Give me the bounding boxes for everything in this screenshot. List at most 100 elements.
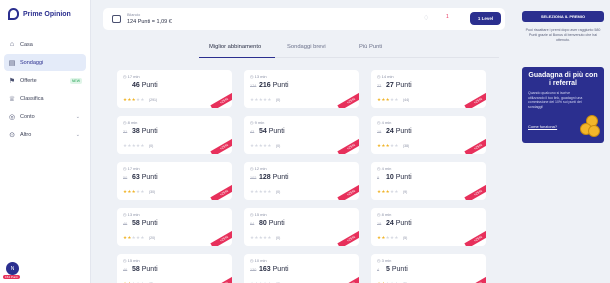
survey-duration: ◷ 4 min xyxy=(377,120,392,125)
survey-card[interactable]: ◷ 4 min 19 24 Punti ★★★★★ (38) +25% xyxy=(371,116,486,154)
rating-stars: ★★★★★ xyxy=(123,235,145,240)
rating-count: (291) xyxy=(149,98,158,102)
rating-count: (38) xyxy=(403,144,410,148)
survey-card[interactable]: ◷ 8 min 31 38 Punti ★★★★★ (0) +25% xyxy=(117,116,232,154)
survey-points: 58 Punti xyxy=(132,266,158,273)
survey-tabs: Miglior abbinamento Sondaggi brevi Più P… xyxy=(99,44,509,58)
tab-sondaggi-brevi[interactable]: Sondaggi brevi xyxy=(287,44,326,50)
sidebar-item-label: Classifica xyxy=(20,95,44,102)
rating-count: (0) xyxy=(276,236,281,240)
bonus-ribbon: +25% xyxy=(464,91,486,108)
main-content: Bilancio 124 Punti = 1,09 € ♢ 1 1 Level … xyxy=(99,0,509,283)
survey-card[interactable]: ◷ 13 min 174 216 Punti ★★★★★ (0) +25% xyxy=(244,70,359,108)
wallet-icon xyxy=(112,15,121,23)
rating-stars: ★★★★★ xyxy=(250,143,272,148)
rating-count: (30) xyxy=(149,190,156,194)
old-points: 50 xyxy=(123,176,128,180)
survey-points: 58 Punti xyxy=(132,220,158,227)
promo-body: Quando qualcuno si iscrive utilizzando i… xyxy=(528,91,583,109)
rating-count: (9) xyxy=(403,190,408,194)
offers-icon: ⚑ xyxy=(8,77,16,85)
bonus-ribbon: +25% xyxy=(210,137,232,154)
survey-duration: ◷ 17 min xyxy=(123,166,140,171)
sidebar-item-casa[interactable]: ⌂ Casa xyxy=(4,36,86,53)
how-it-works-link[interactable]: Come funziona? xyxy=(528,124,557,129)
rating-stars: ★★★★★ xyxy=(377,189,399,194)
bonus-ribbon: +25% xyxy=(210,183,232,200)
right-panel: SELEZIONA IL PREMIO Puoi riscattare i pr… xyxy=(517,0,610,283)
survey-points: 10 Punti xyxy=(386,174,412,181)
reward-info-text: Puoi riscattare i premi dopo aver raggiu… xyxy=(525,28,601,42)
survey-card[interactable]: ◷ 12 min 102 128 Punti ★★★★★ (0) +25% xyxy=(244,162,359,200)
level-button[interactable]: 1 Level xyxy=(470,12,501,25)
coins-icon xyxy=(580,115,600,137)
sidebar-item-label: Altro xyxy=(20,131,32,138)
survey-card[interactable]: ◷ 15 min 64 80 Punti ★★★★★ (0) +25% xyxy=(244,208,359,246)
brand-name: Prime Opinion xyxy=(23,10,71,18)
old-points: 43 xyxy=(250,130,255,134)
survey-duration: ◷ 14 min xyxy=(377,74,394,79)
survey-duration: ◷ 8 min xyxy=(377,212,392,217)
sidebar-item-label: Conto xyxy=(20,113,35,120)
chevron-down-icon: ⌄ xyxy=(75,131,80,138)
survey-card[interactable]: ◷ 3 min45 Punti★★★★★(5)+25% xyxy=(371,254,486,283)
rating-stars: ★★★★★ xyxy=(250,97,272,102)
survey-points: 54 Punti xyxy=(259,128,285,135)
old-points: 174 xyxy=(250,84,257,88)
balance-label: Bilancio xyxy=(127,13,141,17)
level-label: 1 Level xyxy=(477,16,494,21)
rating-count: (20) xyxy=(149,236,156,240)
rating-stars: ★★★★★ xyxy=(250,235,272,240)
logo[interactable]: Prime Opinion xyxy=(8,8,71,20)
survey-card[interactable]: ◷ 15 min4658 Punti★★★★★(8)+25% xyxy=(117,254,232,283)
bonus-ribbon: +25% xyxy=(337,183,359,200)
old-points: 64 xyxy=(250,222,255,226)
survey-card[interactable]: ◷ 8 min 19 24 Punti ★★★★★ (5) +25% xyxy=(371,208,486,246)
survey-duration: ◷ 9 min xyxy=(250,120,265,125)
home-icon: ⌂ xyxy=(9,41,15,48)
old-points: 19 xyxy=(377,222,382,226)
survey-card[interactable]: ◷ 17 min 50 63 Punti ★★★★★ (30) +25% xyxy=(117,162,232,200)
rating-stars: ★★★★★ xyxy=(377,143,399,148)
survey-duration: ◷ 13 min xyxy=(250,74,267,79)
rating-stars: ★★★★★ xyxy=(250,189,272,194)
sidebar-item-altro[interactable]: ⊙ Altro ⌄ xyxy=(4,126,86,143)
bonus-ribbon: +25% xyxy=(210,229,232,246)
bonus-ribbon: +25% xyxy=(337,137,359,154)
rating-count: (0) xyxy=(276,190,281,194)
sidebar-nav: ⌂ Casa ▤ Sondaggi ⚑ Offerte NEW ♕ Classi… xyxy=(4,36,86,144)
survey-card[interactable]: ◷ 14 min 22 27 Punti ★★★★★ (44) +25% xyxy=(371,70,486,108)
survey-card[interactable]: ◷ 13 min 46 58 Punti ★★★★★ (20) +25% xyxy=(117,208,232,246)
avatar[interactable]: N xyxy=(6,262,19,275)
survey-card[interactable]: ◷ 17 min 46 Punti ★★★★★ (291) +25% xyxy=(117,70,232,108)
avatar-points-tag: 154 Punti xyxy=(3,275,20,279)
survey-card[interactable]: ◷ 4 min 8 10 Punti ★★★★★ (9) +25% xyxy=(371,162,486,200)
old-points: 4 xyxy=(377,268,380,272)
referral-promo[interactable]: Guadagna di più con i referral Quando qu… xyxy=(522,67,604,143)
gem-icon[interactable]: ♢ xyxy=(423,14,429,22)
survey-duration: ◷ 10 min xyxy=(250,258,267,263)
survey-card[interactable]: ◷ 10 min130163 Punti★★★★★(0)+25% xyxy=(244,254,359,283)
active-tab-indicator xyxy=(199,57,275,58)
survey-points: 216 Punti xyxy=(259,82,289,89)
select-reward-button[interactable]: SELEZIONA IL PREMIO xyxy=(522,11,604,22)
survey-card[interactable]: ◷ 9 min 43 54 Punti ★★★★★ (0) +25% xyxy=(244,116,359,154)
survey-points: 163 Punti xyxy=(259,266,289,273)
chevron-down-icon: ⌄ xyxy=(75,113,80,120)
tab-piu-punti[interactable]: Più Punti xyxy=(359,44,382,50)
old-points: 130 xyxy=(250,268,257,272)
survey-icon: ▤ xyxy=(8,59,16,67)
sidebar-item-offerte[interactable]: ⚑ Offerte NEW xyxy=(4,72,86,89)
bonus-ribbon: +25% xyxy=(337,275,359,283)
survey-duration: ◷ 3 min xyxy=(377,258,392,263)
survey-duration: ◷ 4 min xyxy=(377,166,392,171)
sidebar-item-conto[interactable]: ◎ Conto ⌄ xyxy=(4,108,86,125)
tab-miglior-abbinamento[interactable]: Miglior abbinamento xyxy=(209,44,261,50)
sidebar-item-label: Offerte xyxy=(20,77,37,84)
survey-points: 5 Punti xyxy=(386,266,408,273)
sidebar-item-sondaggi[interactable]: ▤ Sondaggi xyxy=(4,54,86,71)
notification-count[interactable]: 1 xyxy=(446,14,449,20)
sidebar-item-label: Sondaggi xyxy=(20,59,44,66)
rating-stars: ★★★★★ xyxy=(377,235,399,240)
sidebar-item-classifica[interactable]: ♕ Classifica xyxy=(4,90,86,107)
